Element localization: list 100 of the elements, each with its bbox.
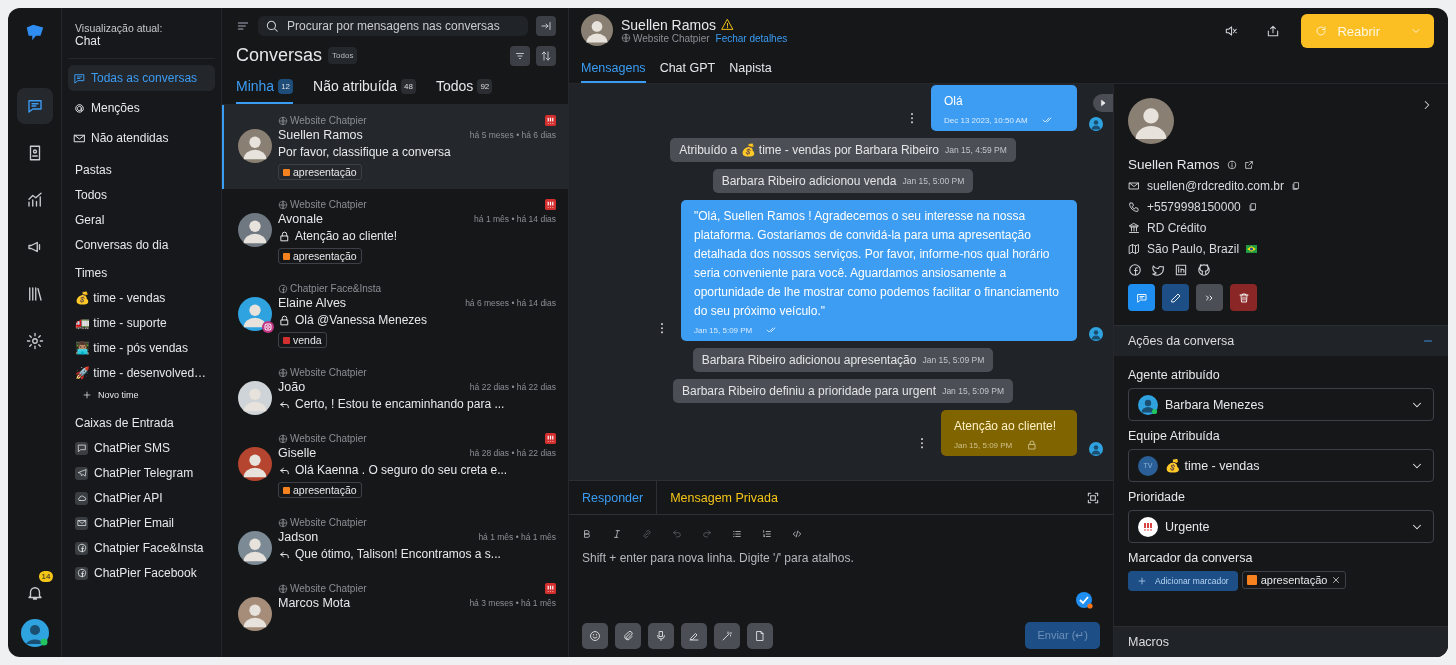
numbered-list-icon[interactable] [762,529,772,539]
inbox-label: ChatPier API [94,491,163,505]
inbox-item[interactable]: Chatpier Face&Insta [68,536,215,561]
conversation-item[interactable]: Website Chatpier Jadson há 1 mês • há 1 mês Que ótimo, Talison! Encontramos a s... [222,507,568,573]
inbox-item[interactable]: ChatPier Telegram [68,461,215,486]
tag-label: apresentação [293,484,357,496]
copy-icon[interactable] [1247,202,1258,212]
file-button[interactable] [747,622,773,649]
field-label: Equipe Atribuída [1128,429,1221,443]
status-filter-badge[interactable]: Todos [328,47,358,64]
field-label: Prioridade [1128,490,1186,504]
inbox-item[interactable]: ChatPier Facebook [68,561,215,586]
select-value: Urgente [1165,519,1211,534]
close-details-link[interactable]: Fechar detalhes [715,32,788,44]
select-field[interactable]: Urgente [1128,510,1434,543]
menu-icon[interactable] [236,19,250,33]
envelope-icon [75,516,88,530]
select-value: 💰 time - vendas [1165,458,1261,473]
microphone-button[interactable] [648,622,674,649]
italic-icon[interactable] [612,529,622,539]
checkmark-badge-icon [1075,591,1093,609]
sort-button[interactable] [536,45,556,66]
add-label-button[interactable]: Adicionar marcador [1128,571,1238,591]
folder-item[interactable]: Geral [68,208,215,233]
message-time: Jan 15, 5:09 PM [942,386,1005,396]
message-preview: Olá Kaenna . O seguro do seu creta e... [295,463,508,477]
conversation-item[interactable]: Website Chatpier Marcos Mota há 3 meses • há 1 mês [222,573,568,639]
inbox-name: Website Chatpier [290,199,367,210]
inbox-name: Website Chatpier [290,433,367,444]
linkedin-icon[interactable] [1174,263,1188,277]
inbox-item[interactable]: ChatPier Email [68,511,215,536]
reply-mode-tab[interactable]: Mensagem Privada [657,481,791,514]
inbox-name: Website Chatpier [290,517,367,528]
folder-item[interactable]: Todos [68,183,215,208]
chat-tab[interactable]: Chat GPT [659,61,716,83]
contact-name: Suellen Ramos [1128,157,1220,172]
close-icon[interactable] [1331,575,1342,585]
conversation-item[interactable]: Website Chatpier Avonale há 1 mês • há 14 dias Atenção ao cliente! apresentação [222,189,568,273]
list-tab[interactable]: Todos 92 [436,78,493,104]
signature-button[interactable] [681,622,707,649]
notification-count: 14 [38,571,54,582]
team-item[interactable]: 💰 time - vendas [68,286,215,311]
team-item[interactable]: 🚛 time - suporte [68,311,215,336]
conversation-item[interactable]: Chatpier Face&Insta Elaine Alves há 6 meses • há 14 dias Olá @Vanessa Menezes venda [222,273,568,357]
fullscreen-icon[interactable] [1086,490,1100,505]
code-icon[interactable] [792,529,802,539]
trash-icon [1237,291,1250,304]
collapse-button[interactable] [536,16,556,36]
twitter-icon[interactable] [1151,263,1165,277]
agent-avatar [1138,394,1158,415]
agent-avatar [1089,442,1103,456]
info-icon[interactable] [1226,159,1237,170]
user-avatar[interactable] [20,619,49,647]
globe-icon [278,367,288,378]
paperclip-icon [622,629,634,642]
folder-item[interactable]: Conversas do dia [68,233,215,258]
pencil-icon [1169,291,1182,304]
new-team-link[interactable]: Novo time [68,386,215,408]
attach-button[interactable] [615,622,641,649]
facebook-icon[interactable] [1128,263,1142,277]
inbox-item[interactable]: ChatPier SMS [68,436,215,461]
sidebar-item[interactable]: Não atendidas [68,125,215,151]
select-field[interactable]: Barbara Menezes [1128,388,1434,421]
conversation-item[interactable]: Website Chatpier Giselle há 28 dias • há 22 dias Olá Kaenna . O seguro do seu creta e... apresentação [222,423,568,507]
emoji-button[interactable] [582,622,608,649]
message-button[interactable] [1128,284,1155,311]
message-time: Jan 15, 5:09 PM [954,440,1013,450]
conversation-time: há 22 dias • há 22 dias [469,382,556,392]
message-time: Jan 15, 5:09 PM [922,355,985,365]
magic-wand-button[interactable] [714,622,740,649]
copy-icon[interactable] [1290,181,1301,191]
chat-bubble-icon [73,71,86,85]
bold-icon[interactable] [582,529,592,539]
team-item[interactable]: 👨🏽‍💻 time - pós vendas [68,336,215,361]
inbox-item[interactable]: ChatPier API [68,486,215,511]
bullet-list-icon[interactable] [732,529,742,539]
sidebar-item-label: Não atendidas [91,131,169,145]
delete-button[interactable] [1230,284,1257,311]
section-header[interactable]: Ações da conversa [1114,325,1448,356]
sidebar-item[interactable]: Todas as conversas [68,65,215,91]
filter-button[interactable] [510,45,530,66]
chat-tab[interactable]: Napista [729,61,772,83]
external-link-icon[interactable] [1243,159,1254,170]
team-item[interactable]: 🚀 time - desenvolved… [68,361,215,386]
conversation-item[interactable]: Website Chatpier João há 22 dias • há 22 dias Certo, ! Estou te encaminhando para ... [222,357,568,423]
conversation-time: há 28 dias • há 22 dias [469,448,556,458]
chat-bubble-nav-button[interactable] [16,88,53,124]
message-input[interactable]: Shift + enter para nova linha. Digite '/' para atalhos. [569,549,1113,622]
search-field[interactable]: Procurar por mensagens nas conversas [258,16,528,36]
activity-text: Barbara Ribeiro definiu a prioridade para urgent [681,384,937,398]
github-icon[interactable] [1197,263,1211,277]
conversation-time: há 3 meses • há 1 mês [469,598,556,608]
conversation-item[interactable]: Website Chatpier Suellen Ramos há 5 meses • há 6 dias Por favor, classifique a conversa apresentação [222,105,568,189]
list-tab[interactable]: Não atribuída 48 [313,78,416,104]
edit-button[interactable] [1162,284,1189,311]
sidebar-item[interactable]: Menções [68,95,215,121]
tag-label: apresentação [293,250,357,262]
expand-panel-button[interactable] [1093,94,1113,112]
lock-icon [278,313,291,327]
section-header[interactable]: Macros [1114,626,1448,657]
